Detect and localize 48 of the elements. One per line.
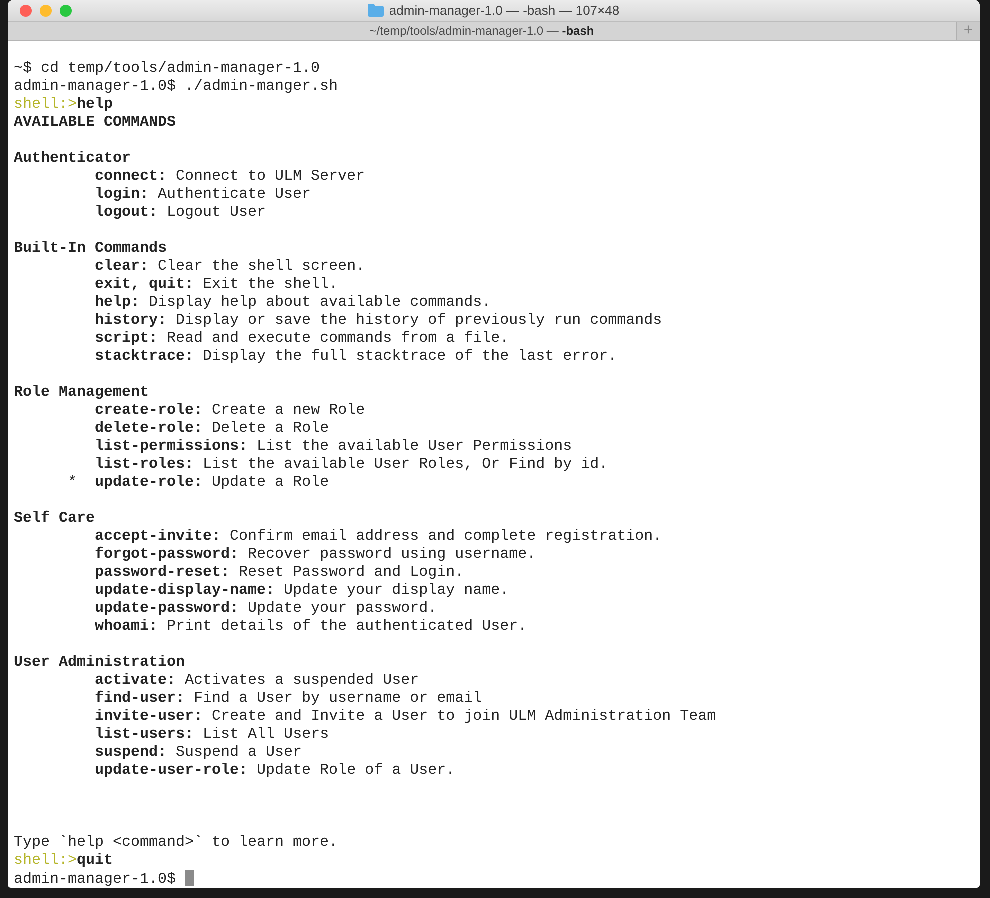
command-entry: update-display-name: Update your display name. xyxy=(95,582,510,599)
terminal-line: Type `help <command>` to learn more. xyxy=(14,834,340,852)
command-entry: list-permissions: List the available User Permissions xyxy=(95,438,572,455)
terminal-prompt: admin-manager-1.0$ xyxy=(14,871,176,888)
command-entry: find-user: Find a User by username or email xyxy=(95,690,482,707)
terminal-line: ~$ cd temp/tools/admin-manager-1.0 xyxy=(14,60,322,78)
command-entry: accept-invite: Confirm email address and complete registration. xyxy=(95,528,662,545)
command-entry: update-user-role: Update Role of a User. xyxy=(95,762,456,779)
command-entry: logout: Logout User xyxy=(95,204,266,221)
terminal-tab[interactable]: ~/temp/tools/admin-manager-1.0 — -bash xyxy=(8,22,956,40)
command-entry: delete-role: Delete a Role xyxy=(95,420,330,437)
command-entry: clear: Clear the shell screen. xyxy=(95,258,366,275)
section-heading: Authenticator xyxy=(14,150,132,168)
command-entry: script: Read and execute commands from a file. xyxy=(95,330,510,347)
command-entry: password-reset: Reset Password and Login. xyxy=(95,564,464,581)
text-cursor xyxy=(185,870,194,886)
command-entry: create-role: Create a new Role xyxy=(95,402,366,419)
command-entry: help: Display help about available commands. xyxy=(95,294,492,311)
command-entry: list-users: List All Users xyxy=(95,726,330,743)
terminal-line: admin-manager-1.0$ ./admin-manger.sh xyxy=(14,78,340,96)
command-entry: invite-user: Create and Invite a User to join ULM Administration Team xyxy=(95,708,716,725)
shell-prompt: shell:> xyxy=(14,96,78,113)
section-heading: Built-In Commands xyxy=(14,240,168,258)
command-entry: forgot-password: Recover password using username. xyxy=(95,546,536,563)
window-title: admin-manager-1.0 — -bash — 107×48 xyxy=(389,3,620,18)
command-entry: whoami: Print details of the authenticated User. xyxy=(95,618,528,635)
section-heading: Role Management xyxy=(14,384,150,402)
marker: * xyxy=(68,474,78,492)
command-entry: activate: Activates a suspended User xyxy=(95,672,420,689)
close-button[interactable] xyxy=(20,4,32,16)
zoom-button[interactable] xyxy=(60,4,72,16)
command-entry: update-role: Update a Role xyxy=(95,474,330,491)
typed-command: quit xyxy=(77,852,114,869)
folder-icon xyxy=(368,4,384,17)
shell-prompt: shell:> xyxy=(14,852,78,869)
section-heading: User Administration xyxy=(14,654,186,672)
command-entry: update-password: Update your password. xyxy=(95,600,438,617)
minimize-button[interactable] xyxy=(40,4,52,16)
typed-command: help xyxy=(77,96,114,113)
command-entry: list-roles: List the available User Roles, Or Find by id. xyxy=(95,456,608,473)
command-entry: stacktrace: Display the full stacktrace of the last error. xyxy=(95,348,618,365)
command-entry: connect: Connect to ULM Server xyxy=(95,168,366,185)
output-heading: AVAILABLE COMMANDS xyxy=(14,114,178,132)
command-entry: exit, quit: Exit the shell. xyxy=(95,276,338,293)
command-entry: suspend: Suspend a User xyxy=(95,744,302,761)
command-entry: login: Authenticate User xyxy=(95,186,312,203)
command-entry: history: Display or save the history of previously run commands xyxy=(95,312,662,329)
section-heading: Self Care xyxy=(14,510,96,528)
